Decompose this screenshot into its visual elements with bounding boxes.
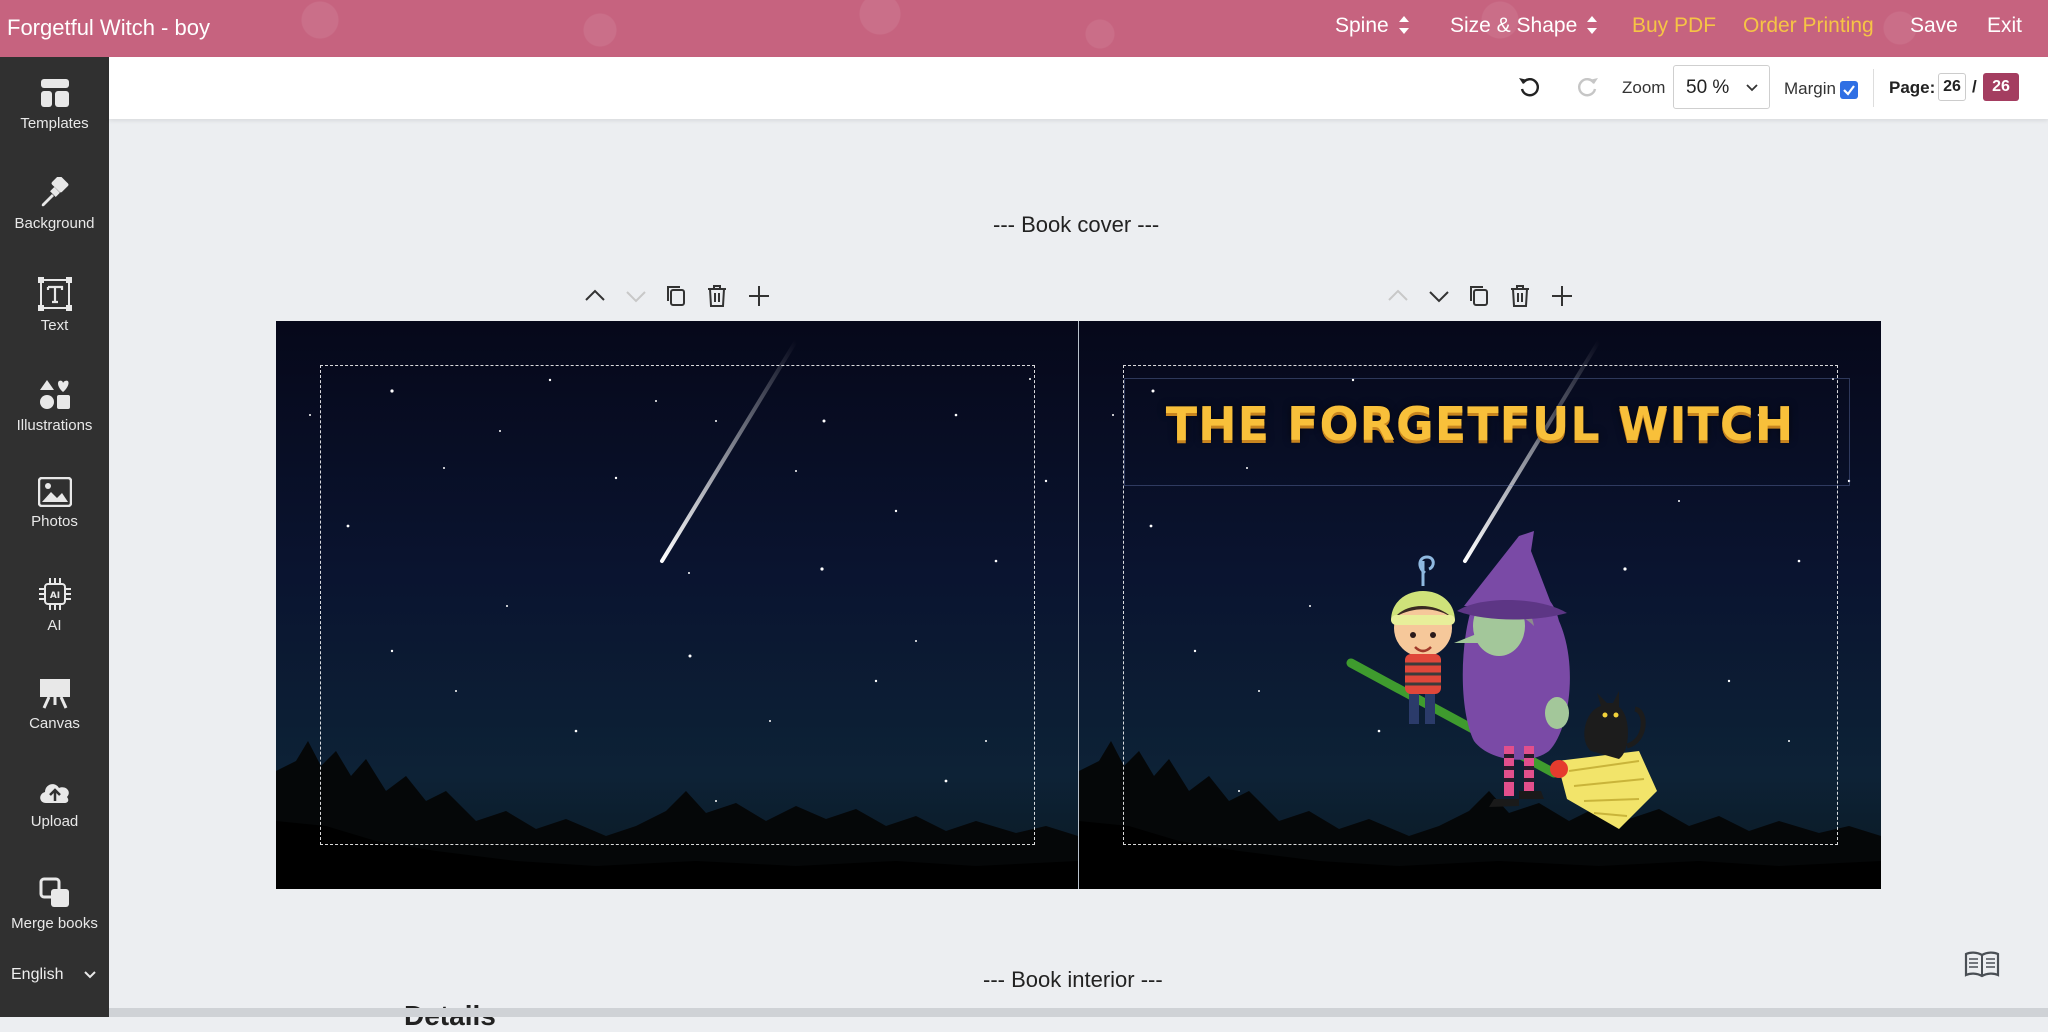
left-sidebar: Templates Background Text Illustrations bbox=[0, 57, 109, 1017]
safe-margin-guide bbox=[320, 365, 1035, 845]
sort-arrows-icon bbox=[1398, 16, 1409, 34]
sidebar-item-label: Merge books bbox=[11, 915, 98, 932]
sort-arrows-icon bbox=[1587, 16, 1598, 34]
bottom-edge bbox=[109, 1008, 2048, 1017]
margin-checkbox[interactable] bbox=[1840, 81, 1858, 99]
zoom-select[interactable]: 50 % bbox=[1673, 65, 1770, 109]
spine-label: Spine bbox=[1335, 14, 1389, 37]
size-shape-menu[interactable]: Size & Shape bbox=[1450, 14, 1598, 38]
chevron-down-icon bbox=[1746, 84, 1758, 92]
exit-button[interactable]: Exit bbox=[1987, 14, 2022, 38]
buy-pdf-link[interactable]: Buy PDF bbox=[1632, 14, 1716, 38]
image-icon bbox=[37, 477, 72, 507]
redo-icon[interactable] bbox=[1574, 74, 1600, 100]
add-page-icon[interactable] bbox=[1549, 283, 1575, 309]
move-down-icon[interactable] bbox=[623, 283, 649, 309]
merge-icon bbox=[39, 877, 69, 907]
sidebar-item-label: Canvas bbox=[29, 715, 80, 732]
top-bar: Forgetful Witch - boy Spine Size & Shape… bbox=[0, 0, 2048, 57]
easel-icon bbox=[39, 679, 70, 709]
sidebar-item-label: Text bbox=[40, 317, 69, 334]
spine-menu[interactable]: Spine bbox=[1335, 14, 1409, 38]
sidebar-item-canvas[interactable]: Canvas bbox=[0, 677, 109, 767]
language-selector[interactable]: English bbox=[11, 966, 63, 984]
sidebar-item-ai[interactable]: AI AI bbox=[0, 577, 109, 667]
sidebar-item-label: AI bbox=[47, 617, 62, 634]
open-book-icon[interactable] bbox=[1964, 950, 2000, 978]
cloud-upload-icon bbox=[39, 784, 69, 803]
paintbrush-icon bbox=[41, 177, 68, 207]
checkmark-icon bbox=[1843, 85, 1855, 96]
save-button[interactable]: Save bbox=[1910, 14, 1958, 38]
sidebar-item-label: Background bbox=[14, 215, 95, 232]
sidebar-item-label: Illustrations bbox=[16, 417, 93, 434]
zoom-value: 50 % bbox=[1686, 77, 1730, 98]
copy-icon[interactable] bbox=[664, 283, 688, 309]
text-icon bbox=[37, 277, 72, 311]
sidebar-item-merge-books[interactable]: Merge books bbox=[0, 877, 109, 967]
undo-icon[interactable] bbox=[1517, 74, 1543, 100]
svg-text:AI: AI bbox=[49, 591, 59, 601]
sidebar-item-label: Templates bbox=[20, 115, 89, 132]
ai-chip-icon: AI bbox=[38, 578, 71, 610]
sidebar-item-text[interactable]: Text bbox=[0, 277, 109, 367]
editor-toolbar: Zoom 50 % Margin Page: 26 / 26 bbox=[109, 57, 2048, 119]
sidebar-item-label: Photos bbox=[31, 513, 78, 530]
order-printing-link[interactable]: Order Printing bbox=[1743, 14, 1874, 38]
move-up-icon[interactable] bbox=[582, 283, 608, 309]
copy-icon[interactable] bbox=[1467, 283, 1491, 309]
interior-section-heading: --- Book interior --- bbox=[983, 967, 1163, 992]
sidebar-item-upload[interactable]: Upload bbox=[0, 777, 109, 867]
front-cover-page[interactable]: THE FORGETFUL WITCH bbox=[1079, 321, 1881, 889]
templates-icon bbox=[40, 79, 69, 107]
sidebar-item-illustrations[interactable]: Illustrations bbox=[0, 377, 109, 467]
move-down-icon[interactable] bbox=[1426, 283, 1452, 309]
sidebar-item-label: Upload bbox=[30, 813, 79, 830]
sidebar-item-templates[interactable]: Templates bbox=[0, 77, 109, 167]
shapes-icon bbox=[39, 380, 70, 409]
back-cover-page[interactable] bbox=[276, 321, 1078, 889]
trash-icon[interactable] bbox=[705, 283, 729, 309]
book-title: Forgetful Witch - boy bbox=[7, 15, 210, 40]
zoom-label: Zoom bbox=[1622, 78, 1666, 97]
sidebar-item-photos[interactable]: Photos bbox=[0, 477, 109, 567]
trash-icon[interactable] bbox=[1508, 283, 1532, 309]
cover-title-text[interactable]: THE FORGETFUL WITCH bbox=[1079, 397, 1881, 451]
margin-label: Margin bbox=[1784, 79, 1836, 98]
add-page-icon[interactable] bbox=[746, 283, 772, 309]
move-up-icon[interactable] bbox=[1385, 283, 1411, 309]
page-total-badge: 26 bbox=[1983, 73, 2019, 101]
page-label: Page: bbox=[1889, 78, 1936, 97]
cover-section-heading: --- Book cover --- bbox=[993, 212, 1160, 237]
size-shape-label: Size & Shape bbox=[1450, 14, 1578, 37]
toolbar-divider bbox=[1873, 69, 1874, 107]
sidebar-item-background[interactable]: Background bbox=[0, 177, 109, 267]
page-separator: / bbox=[1972, 77, 1977, 96]
page-number-input[interactable]: 26 bbox=[1938, 73, 1966, 101]
chevron-down-icon[interactable] bbox=[83, 968, 97, 982]
